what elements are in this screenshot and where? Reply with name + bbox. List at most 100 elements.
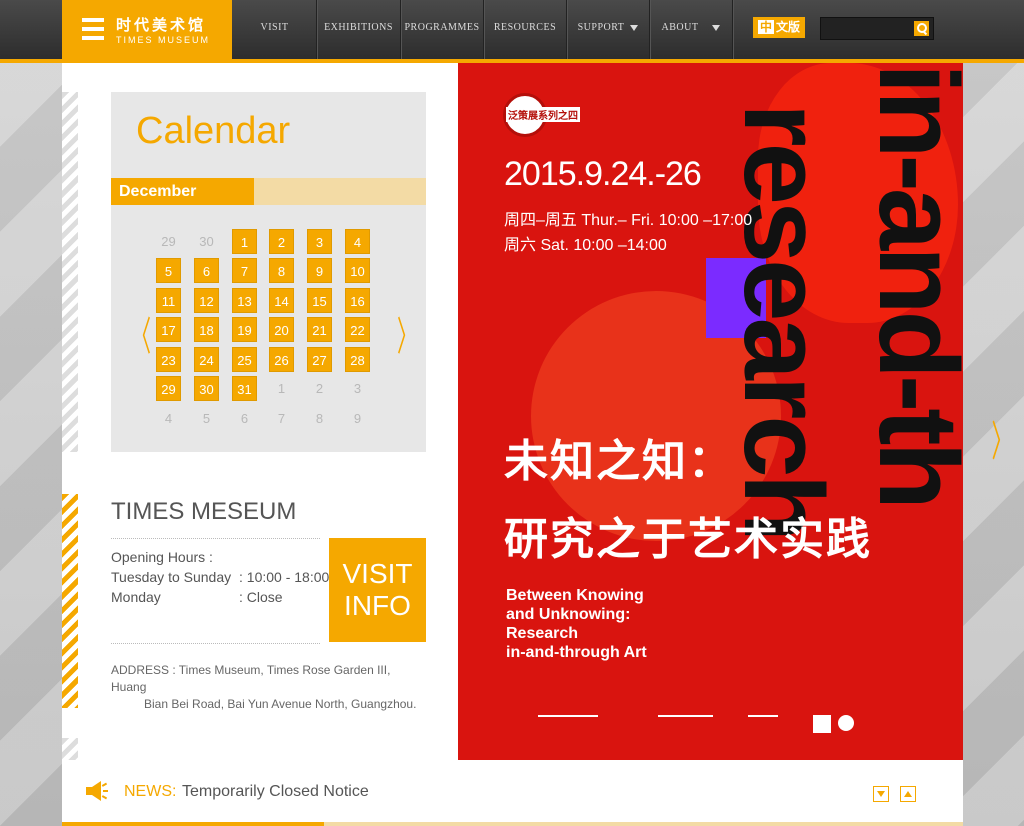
divider — [111, 643, 320, 644]
calendar-day[interactable]: 16 — [345, 288, 370, 313]
poster-title-cn: 未知之知： — [504, 437, 734, 486]
sponsor-logo — [538, 715, 598, 735]
lang-label: 文版 — [776, 20, 801, 34]
calendar-day[interactable]: 3 — [307, 229, 332, 254]
calendar-day[interactable]: 20 — [269, 317, 294, 342]
calendar-day[interactable]: 13 — [232, 288, 257, 313]
calendar-day[interactable]: 8 — [269, 258, 294, 283]
news-next-button[interactable] — [873, 786, 889, 802]
calendar-day[interactable]: 1 — [232, 229, 257, 254]
nav-resources[interactable]: RESOURCES — [484, 0, 567, 59]
calendar-day[interactable]: 10 — [345, 258, 370, 283]
calendar-day[interactable]: 22 — [345, 317, 370, 342]
nav-label: ABOUT — [661, 22, 699, 33]
poster-time: 周六 Sat. 10:00 –14:00 — [504, 237, 667, 254]
month-bar: December — [111, 178, 426, 205]
logo-chinese-text: 时代美术馆 — [116, 17, 207, 34]
hours-day: Tuesday to Sunday — [111, 569, 232, 585]
calendar-day[interactable]: 9 — [307, 258, 332, 283]
search-input[interactable] — [821, 18, 909, 39]
nav-exhibitions[interactable]: EXHIBITIONS — [317, 0, 401, 59]
calendar-day[interactable]: 14 — [269, 288, 294, 313]
calendar-day[interactable]: 21 — [307, 317, 332, 342]
address-line: ADDRESS : Times Museum, Times Rose Garde… — [111, 663, 391, 694]
nav-programmes[interactable]: PROGRAMMES — [401, 0, 484, 59]
calendar-day: 7 — [277, 411, 286, 426]
calendar-day[interactable]: 31 — [232, 376, 257, 401]
exhibition-poster-banner[interactable]: research in-and-th 泛策展系列之四 2015.9.24.-26… — [458, 63, 963, 760]
calendar-day[interactable]: 19 — [232, 317, 257, 342]
info-stripe-decoration — [62, 494, 78, 708]
calendar-day[interactable]: 4 — [345, 229, 370, 254]
calendar-day[interactable]: 15 — [307, 288, 332, 313]
times-museum-logo[interactable]: 时代美术馆 TIMES MUSEUM — [62, 0, 232, 59]
calendar-title: Calendar — [136, 110, 291, 152]
bottom-accent-line — [62, 822, 963, 826]
poster-title-en-line: in-and-through Art — [506, 644, 647, 661]
month-name: December — [111, 178, 254, 205]
calendar-day[interactable]: 6 — [194, 258, 219, 283]
hours-label: Opening Hours : — [111, 549, 213, 565]
sponsor-logos — [488, 715, 868, 737]
poster-series-label: 泛策展系列之四 — [506, 107, 580, 122]
nav-about[interactable]: ABOUT — [650, 0, 733, 59]
poster-title-en-line: Research — [506, 625, 579, 642]
poster-vertical-text: in-and-th — [856, 63, 963, 506]
nav-support[interactable]: SUPPORT — [567, 0, 650, 59]
calendar-day: 5 — [202, 411, 211, 426]
museum-address: ADDRESS : Times Museum, Times Rose Garde… — [111, 662, 426, 713]
nav-label: RESOURCES — [493, 22, 557, 33]
nav-label: PROGRAMMES — [404, 22, 480, 33]
hours-day: Monday — [111, 589, 161, 605]
calendar-day: 2 — [315, 381, 324, 396]
sponsor-logo — [658, 715, 713, 735]
divider — [111, 538, 320, 539]
calendar-day[interactable]: 5 — [156, 258, 181, 283]
news-headline-link[interactable]: Temporarily Closed Notice — [182, 783, 369, 801]
news-prev-button[interactable] — [900, 786, 916, 802]
search-box — [820, 17, 934, 40]
search-icon[interactable] — [914, 21, 929, 36]
calendar-day[interactable]: 29 — [156, 376, 181, 401]
museum-title: TIMES MESEUM — [111, 498, 297, 525]
sponsor-logo — [748, 715, 778, 735]
hours-row: Monday : Close — [111, 587, 329, 607]
calendar-day[interactable]: 12 — [194, 288, 219, 313]
nav-label: SUPPORT — [577, 22, 625, 33]
logo-english-text: TIMES MUSEUM — [116, 35, 211, 45]
news-label: NEWS: — [124, 783, 177, 800]
calendar-day[interactable]: 30 — [194, 376, 219, 401]
poster-title-en-line: Between Knowing — [506, 587, 644, 604]
calendar-day: 8 — [315, 411, 324, 426]
nav-visit[interactable]: VISIT — [233, 0, 317, 59]
calendar-next-arrow[interactable]: 〉 — [397, 304, 417, 362]
visit-info-button[interactable]: VISIT INFO — [329, 538, 426, 642]
calendar-day[interactable]: 2 — [269, 229, 294, 254]
opening-hours: Opening Hours : Tuesday to Sunday : 10:00… — [111, 547, 329, 607]
bottom-stripe-decoration — [62, 738, 78, 760]
calendar-day[interactable]: 28 — [345, 347, 370, 372]
calendar-day[interactable]: 23 — [156, 347, 181, 372]
calendar-day[interactable]: 24 — [194, 347, 219, 372]
calendar-day[interactable]: 26 — [269, 347, 294, 372]
banner-next-arrow[interactable]: 〉 — [992, 408, 1013, 469]
flag-icon — [813, 715, 831, 733]
calendar-day[interactable]: 18 — [194, 317, 219, 342]
chevron-down-icon — [630, 24, 639, 31]
calendar-day: 9 — [353, 411, 362, 426]
calendar-day[interactable]: 7 — [232, 258, 257, 283]
calendar-day[interactable]: 27 — [307, 347, 332, 372]
seal-icon — [838, 715, 854, 731]
chinese-version-button[interactable]: 中文版 — [753, 17, 805, 38]
megaphone-icon — [86, 781, 108, 801]
hours-time: : Close — [239, 589, 283, 605]
calendar-day[interactable]: 17 — [156, 317, 181, 342]
hours-time: : 10:00 - 18:00 — [239, 569, 330, 585]
calendar-day: 6 — [240, 411, 249, 426]
visit-info-line: VISIT — [342, 558, 413, 589]
calendar-day: 1 — [277, 381, 286, 396]
calendar-day[interactable]: 25 — [232, 347, 257, 372]
calendar-day: 4 — [164, 411, 173, 426]
calendar-day[interactable]: 11 — [156, 288, 181, 313]
calendar-prev-arrow[interactable]: 〈 — [131, 304, 151, 362]
